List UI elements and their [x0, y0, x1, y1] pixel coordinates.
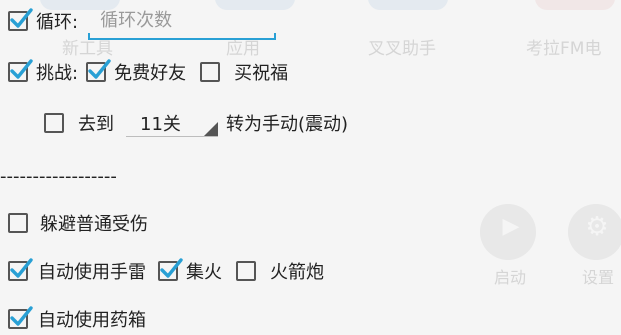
medkit-row: 自动使用药箱	[0, 304, 146, 334]
challenge-label: 挑战:	[36, 63, 79, 84]
auto-medkit-checkbox[interactable]	[8, 306, 33, 329]
dodge-checkbox[interactable]	[8, 213, 28, 233]
goto-label: 去到	[78, 114, 114, 135]
free-friend-label: 免费好友	[114, 63, 187, 84]
bg-app-label: 设置	[582, 268, 615, 287]
check-icon	[160, 258, 183, 278]
level-select[interactable]: 11关	[126, 108, 218, 138]
level-select-value: 11关	[140, 114, 181, 135]
dodge-row: 躲避普通受伤	[0, 208, 148, 238]
bg-app-label: 考拉FM电	[526, 39, 602, 59]
loop-row: 循环:	[0, 6, 277, 40]
challenge-checkbox[interactable]	[8, 59, 33, 82]
auto-grenade-label: 自动使用手雷	[38, 262, 146, 283]
bg-app-tile	[368, 0, 448, 10]
check-icon	[10, 59, 33, 79]
free-friend-checkbox[interactable]	[86, 59, 111, 82]
goto-checkbox[interactable]	[44, 113, 64, 133]
input-underline	[88, 33, 277, 40]
bg-app-label: 叉叉助手	[368, 39, 436, 59]
weapons-row: 自动使用手雷 集火 火箭炮	[0, 256, 324, 286]
manual-switch-label: 转为手动(震动)	[226, 114, 349, 135]
dashed-divider: ------------------	[0, 166, 117, 187]
dropdown-triangle-icon	[204, 122, 218, 136]
check-icon	[10, 306, 33, 326]
script-settings-panel: 新工具 应用 叉叉助手 考拉FM电 ▶ ⚙ 启动 设置 循环: 挑战: 免费好友…	[0, 0, 621, 335]
loop-label: 循环:	[36, 12, 79, 33]
check-icon	[10, 258, 33, 278]
auto-grenade-checkbox[interactable]	[8, 258, 33, 281]
buy-blessing-label: 买祝福	[234, 63, 289, 84]
focus-fire-label: 集火	[186, 262, 222, 283]
select-underline	[126, 136, 218, 137]
bg-start-circle	[480, 204, 536, 260]
bg-settings-circle	[568, 204, 621, 260]
dodge-label: 躲避普通受伤	[40, 214, 148, 235]
gear-icon: ⚙	[585, 212, 609, 242]
check-icon	[88, 59, 111, 79]
loop-checkbox[interactable]	[8, 8, 33, 31]
bg-app-label: 启动	[494, 268, 527, 287]
bazooka-label: 火箭炮	[270, 262, 324, 283]
bazooka-checkbox[interactable]	[236, 261, 256, 281]
auto-medkit-label: 自动使用药箱	[38, 310, 146, 331]
loop-count-input[interactable]	[88, 6, 277, 34]
bg-app-tile	[535, 0, 615, 10]
goto-row: 去到 11关 转为手动(震动)	[0, 108, 348, 138]
loop-count-field[interactable]	[88, 6, 277, 40]
challenge-row: 挑战: 免费好友 买祝福	[0, 57, 288, 87]
check-icon	[10, 8, 33, 28]
buy-blessing-checkbox[interactable]	[200, 62, 221, 82]
focus-fire-checkbox[interactable]	[158, 258, 183, 281]
play-icon: ▶	[502, 214, 520, 239]
